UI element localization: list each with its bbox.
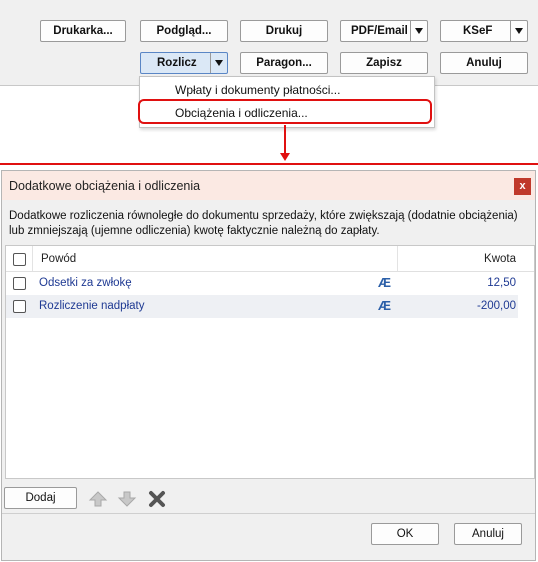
row-amount: 12,50: [487, 277, 516, 289]
ok-button[interactable]: OK: [371, 523, 439, 545]
pdf-email-button[interactable]: PDF/Email: [340, 20, 428, 42]
dialog-cancel-button[interactable]: Anuluj: [454, 523, 522, 545]
charges-dialog: Dodatkowe obciążenia i odliczenia x Doda…: [1, 170, 536, 561]
delete-icon[interactable]: [147, 489, 167, 509]
column-divider: [397, 246, 398, 271]
table-row[interactable]: Rozliczenie nadpłaty Æ -200,00: [6, 295, 518, 318]
document-toolbar: Drukarka... Podgląd... Drukuj PDF/Email …: [0, 0, 538, 86]
add-button[interactable]: Dodaj: [4, 487, 77, 509]
ae-icon[interactable]: Æ: [378, 275, 391, 290]
pdf-email-label: PDF/Email: [351, 25, 408, 37]
receipt-button[interactable]: Paragon...: [240, 52, 328, 74]
settle-button[interactable]: Rozlicz: [140, 52, 228, 74]
table-row[interactable]: Odsetki za zwłokę Æ 12,50: [6, 272, 518, 295]
ae-icon[interactable]: Æ: [378, 298, 391, 313]
chevron-down-icon[interactable]: [410, 21, 427, 41]
preview-button[interactable]: Podgląd...: [140, 20, 228, 42]
chevron-down-icon[interactable]: [510, 21, 527, 41]
row-checkbox[interactable]: [13, 300, 26, 313]
dialog-titlebar: Dodatkowe obciążenia i odliczenia x: [2, 171, 535, 200]
column-reason[interactable]: Powód: [41, 253, 76, 265]
table-header: Powód Kwota: [6, 246, 534, 272]
close-icon[interactable]: x: [514, 178, 531, 195]
print-button[interactable]: Drukuj: [240, 20, 328, 42]
connector-line: [284, 125, 286, 155]
settle-label: Rozlicz: [157, 57, 197, 69]
menu-item-payments[interactable]: Wpłaty i dokumenty płatności...: [175, 83, 340, 97]
ksef-button[interactable]: KSeF: [440, 20, 528, 42]
select-all-checkbox[interactable]: [13, 253, 26, 266]
move-down-icon[interactable]: [117, 489, 137, 509]
row-amount: -200,00: [476, 300, 516, 312]
ksef-label: KSeF: [463, 25, 493, 37]
dialog-description: Dodatkowe rozliczenia równoległe do doku…: [9, 210, 518, 237]
dialog-title: Dodatkowe obciążenia i odliczenia: [9, 179, 201, 193]
row-reason-link[interactable]: Odsetki za zwłokę: [39, 277, 132, 289]
arrow-down-icon: [280, 153, 290, 161]
separator-line: [0, 163, 538, 165]
row-reason-link[interactable]: Rozliczenie nadpłaty: [39, 300, 144, 312]
chevron-down-icon[interactable]: [210, 53, 227, 73]
row-checkbox[interactable]: [13, 277, 26, 290]
dialog-divider: [2, 513, 535, 514]
menu-item-highlight: [138, 99, 432, 124]
printer-button[interactable]: Drukarka...: [40, 20, 126, 42]
column-amount[interactable]: Kwota: [484, 253, 516, 265]
column-divider: [32, 246, 33, 271]
save-button[interactable]: Zapisz: [340, 52, 428, 74]
move-up-icon[interactable]: [88, 489, 108, 509]
cancel-button[interactable]: Anuluj: [440, 52, 528, 74]
charges-table: Powód Kwota Odsetki za zwłokę Æ 12,50 Ro…: [5, 245, 535, 479]
